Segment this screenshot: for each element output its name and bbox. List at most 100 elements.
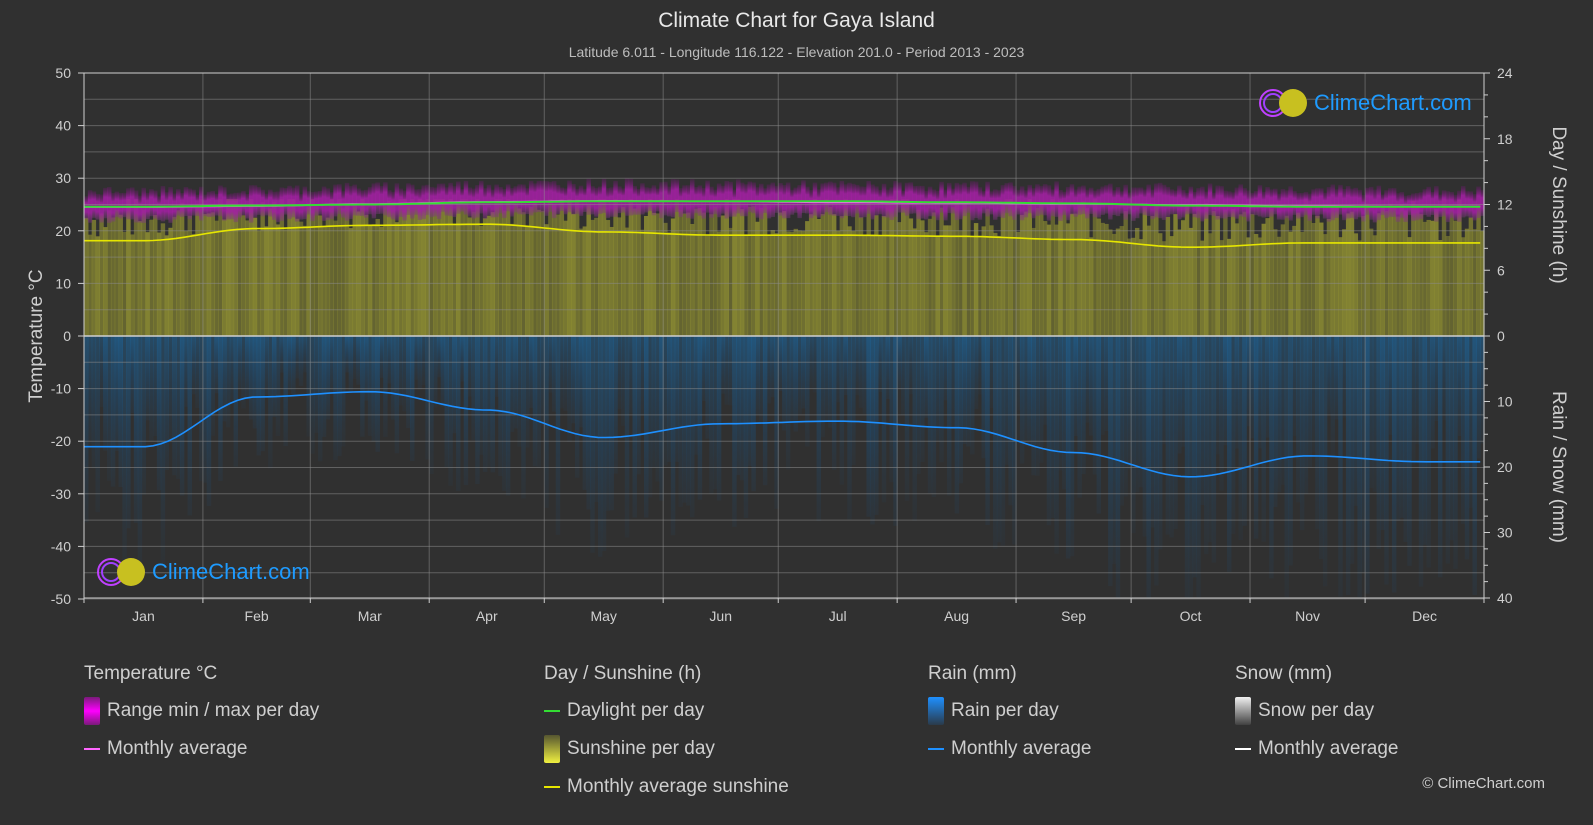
logo-bottom-left[interactable]: ClimeChart.com [96,557,310,587]
temperature-range-bar [1108,183,1113,220]
sunshine-day-bar [839,216,845,336]
sunshine-day-bar [156,232,162,336]
sunshine-day-bar [916,209,921,336]
temperature-range-bar [444,187,449,216]
sunshine-day-bar [532,199,538,336]
right-bottom-tick-label: 10 [1497,394,1513,410]
temperature-range-bar [854,184,860,214]
temperature-range-bar [248,185,254,223]
sunshine-day-bar [1303,199,1309,336]
rain-day-bar [1269,336,1274,579]
rain-day-bar [1023,336,1029,446]
rain-day-bar [490,336,496,473]
rain-day-bar [870,336,875,525]
temperature-range-bar [663,181,668,216]
sunshine-day-bar [1154,204,1159,336]
sunshine-day-bar [924,232,929,336]
sunshine-day-bar [1046,224,1052,336]
temperature-range-bar [820,183,825,216]
sunshine-day-bar [126,199,131,336]
legend-label: Sunshine per day [567,738,715,759]
sunshine-day-bar [1123,211,1128,336]
sunshine-day-bar [1027,199,1032,336]
rain-day-bar [421,336,426,385]
sunshine-day-bar [866,201,871,336]
temperature-range-bar [333,184,338,217]
sunshine-day-bar [743,234,749,336]
temperature-range-bar [1123,184,1128,220]
temperature-range-bar [1142,189,1148,216]
temperature-range-bar [1460,186,1466,218]
sunshine-day-bar [755,221,760,336]
temperature-range-bar [187,188,192,220]
sunshine-day-bar [1008,199,1013,336]
sunshine-day-bar [644,215,649,336]
rain-day-bar [943,336,948,401]
left-tick-label: -20 [51,433,71,449]
sunshine-day-bar [1092,199,1098,336]
sunshine-day-bar [87,234,93,336]
temperature-range-bar [770,182,776,218]
rain-day-bar [352,336,357,379]
sunshine-day-bar [222,219,227,336]
rain-day-bar [1165,336,1171,535]
rain-day-bar [202,336,208,483]
logo-top-right[interactable]: ClimeChart.com [1258,88,1472,118]
sunshine-day-bar [1273,229,1278,336]
sunshine-day-bar [260,202,265,336]
temperature-range-bar [594,187,599,217]
rain-day-bar [881,336,887,503]
temperature-range-bar [160,185,166,222]
rain-day-bar [1046,336,1052,526]
temperature-range-bar [317,191,323,215]
rain-day-bar [713,336,718,490]
temperature-range-bar [1391,188,1397,217]
sunshine-day-bar [1062,204,1067,336]
temperature-range-bar [294,185,300,222]
sunshine-day-bar [1342,229,1347,336]
temperature-range-bar [379,185,384,214]
rain-day-bar [1192,336,1197,578]
temperature-range-bar [801,180,806,214]
sunshine-day-bar [831,214,837,336]
sunshine-day-bar [1073,213,1079,336]
sunshine-day-bar [436,199,442,336]
rain-day-bar [1376,336,1382,549]
temperature-range-bar [1077,186,1082,215]
sunshine-day-bar [1250,213,1255,336]
temperature-range-bar [924,190,929,220]
sunshine-day-bar [943,225,948,336]
rain-day-bar [732,336,737,527]
rain-day-bar [617,336,622,409]
sunshine-day-bar [544,224,549,336]
temperature-range-bar [1081,185,1086,215]
sunshine-day-bar [1445,235,1451,336]
sunshine-day-bar [1069,213,1075,336]
sunshine-day-bar [624,227,630,336]
temperature-range-bar [283,188,288,215]
rain-day-bar [130,336,135,414]
sunshine-day-bar [390,201,396,336]
sunshine-day-bar [1299,231,1305,336]
sunshine-day-bar [337,199,342,336]
legend-title: Snow (mm) [1235,663,1333,684]
temperature-range-bar [571,183,576,215]
rain-day-bar [536,336,542,468]
rain-day-bar [789,336,795,424]
sunshine-day-bar [1138,239,1144,336]
sunshine-day-bar [486,215,492,336]
rain-day-bar [1430,336,1435,449]
sunshine-day-bar [1204,202,1209,336]
temperature-range-bar [321,186,327,221]
temperature-range-bar [260,189,265,217]
sunshine-day-bar [1257,237,1263,336]
temperature-range-bar [390,191,396,220]
rain-day-bar [632,336,637,518]
sunshine-day-bar [440,199,446,336]
sunshine-day-bar [628,199,634,336]
sunshine-day-bar [398,199,403,336]
temperature-range-bar [352,184,357,216]
sunshine-day-bar [594,217,599,336]
rain-day-bar [118,336,123,488]
sunshine-day-bar [651,212,657,336]
